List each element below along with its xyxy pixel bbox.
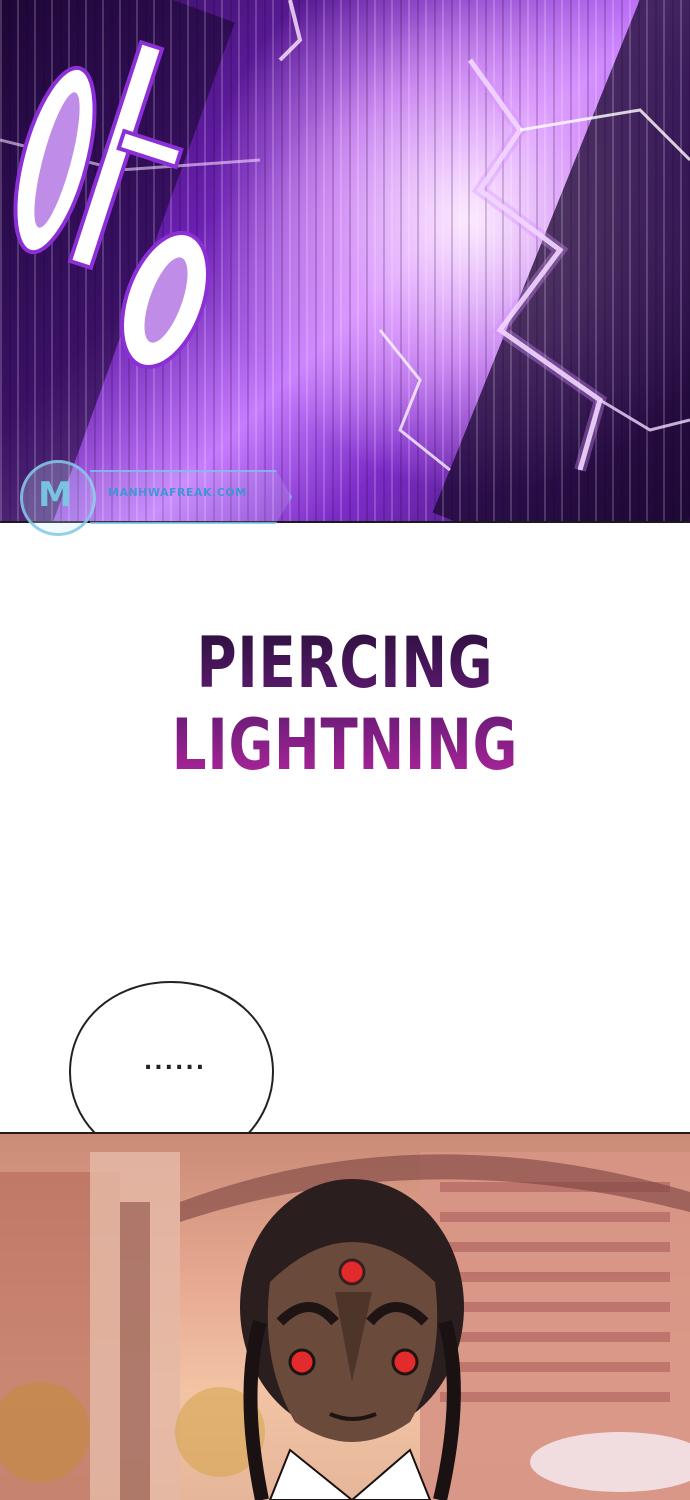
watermark-logo-letter: M: [38, 475, 72, 515]
watermark-site-name: MANHWAFREAK.COM: [108, 486, 247, 499]
caption-title: PIERCING LIGHTNING: [76, 622, 614, 786]
lightning-panel: [0, 0, 690, 523]
street-scene: [0, 1152, 690, 1500]
sound-effect-text: [13, 39, 210, 370]
speech-bubble-text: ......: [143, 1050, 207, 1075]
site-watermark: M MANHWAFREAK.COM: [20, 460, 292, 536]
street-scene-panel: [0, 1132, 690, 1500]
